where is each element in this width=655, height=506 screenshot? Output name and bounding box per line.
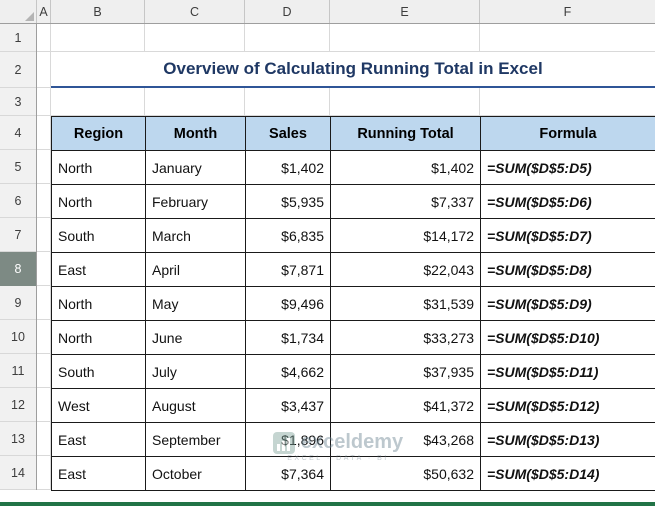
select-all-button[interactable] xyxy=(0,0,37,23)
cell-sales[interactable]: $7,871 xyxy=(246,253,331,287)
cell-sales[interactable]: $1,734 xyxy=(246,321,331,355)
worksheet-title: Overview of Calculating Running Total in… xyxy=(51,52,655,88)
row-header-4[interactable]: 4 xyxy=(0,116,36,150)
cell-running_total[interactable]: $31,539 xyxy=(331,287,481,321)
table-body: NorthJanuary$1,402$1,402=SUM($D$5:D5)Nor… xyxy=(52,151,655,491)
header-month[interactable]: Month xyxy=(146,117,246,151)
cell-region[interactable]: North xyxy=(52,151,146,185)
cell-running_total[interactable]: $43,268 xyxy=(331,423,481,457)
table-row: NorthMay$9,496$31,539=SUM($D$5:D9) xyxy=(52,287,655,321)
header-running-total[interactable]: Running Total xyxy=(331,117,481,151)
cell-region[interactable]: North xyxy=(52,321,146,355)
cell-sales[interactable]: $6,835 xyxy=(246,219,331,253)
cell-running_total[interactable]: $1,402 xyxy=(331,151,481,185)
table-row: NorthFebruary$5,935$7,337=SUM($D$5:D6) xyxy=(52,185,655,219)
row-header-11[interactable]: 11 xyxy=(0,354,36,388)
cell-month[interactable]: June xyxy=(146,321,246,355)
row-header-7[interactable]: 7 xyxy=(0,218,36,252)
table-row: WestAugust$3,437$41,372=SUM($D$5:D12) xyxy=(52,389,655,423)
cell-region[interactable]: North xyxy=(52,287,146,321)
cell-running_total[interactable]: $14,172 xyxy=(331,219,481,253)
header-sales[interactable]: Sales xyxy=(246,117,331,151)
header-region[interactable]: Region xyxy=(52,117,146,151)
cell-sales[interactable]: $4,662 xyxy=(246,355,331,389)
row-header-8[interactable]: 8 xyxy=(0,252,36,286)
column-header-a[interactable]: A xyxy=(37,0,51,23)
table-header-row: Region Month Sales Running Total Formula xyxy=(52,117,655,151)
data-table: Region Month Sales Running Total Formula… xyxy=(51,116,655,491)
cell-month[interactable]: March xyxy=(146,219,246,253)
cell-region[interactable]: East xyxy=(52,457,146,491)
cell-running_total[interactable]: $50,632 xyxy=(331,457,481,491)
cell-region[interactable]: East xyxy=(52,423,146,457)
header-formula[interactable]: Formula xyxy=(481,117,655,151)
cell-formula[interactable]: =SUM($D$5:D10) xyxy=(481,321,655,355)
table-row: EastSeptember$1,896$43,268=SUM($D$5:D13) xyxy=(52,423,655,457)
cell-formula[interactable]: =SUM($D$5:D6) xyxy=(481,185,655,219)
table-row: SouthMarch$6,835$14,172=SUM($D$5:D7) xyxy=(52,219,655,253)
select-all-triangle-icon xyxy=(25,12,34,21)
cell-month[interactable]: July xyxy=(146,355,246,389)
cell-region[interactable]: South xyxy=(52,219,146,253)
column-header-c[interactable]: C xyxy=(145,0,245,23)
cell-sales[interactable]: $1,896 xyxy=(246,423,331,457)
cell-formula[interactable]: =SUM($D$5:D9) xyxy=(481,287,655,321)
title-text: Overview of Calculating Running Total in… xyxy=(163,59,542,79)
row-header-12[interactable]: 12 xyxy=(0,388,36,422)
row-header-3[interactable]: 3 xyxy=(0,88,36,116)
spreadsheet-window: A B C D E F 1234567891011121314 Overview… xyxy=(0,0,655,506)
cell-sales[interactable]: $5,935 xyxy=(246,185,331,219)
cell-running_total[interactable]: $41,372 xyxy=(331,389,481,423)
row-header-6[interactable]: 6 xyxy=(0,184,36,218)
table-row: NorthJanuary$1,402$1,402=SUM($D$5:D5) xyxy=(52,151,655,185)
table-row: NorthJune$1,734$33,273=SUM($D$5:D10) xyxy=(52,321,655,355)
row-header-9[interactable]: 9 xyxy=(0,286,36,320)
column-header-e[interactable]: E xyxy=(330,0,480,23)
row-header-10[interactable]: 10 xyxy=(0,320,36,354)
cell-formula[interactable]: =SUM($D$5:D7) xyxy=(481,219,655,253)
row-header-2[interactable]: 2 xyxy=(0,52,36,88)
cell-sales[interactable]: $7,364 xyxy=(246,457,331,491)
table-row: EastApril$7,871$22,043=SUM($D$5:D8) xyxy=(52,253,655,287)
cell-formula[interactable]: =SUM($D$5:D14) xyxy=(481,457,655,491)
cell-running_total[interactable]: $33,273 xyxy=(331,321,481,355)
row-header-1[interactable]: 1 xyxy=(0,24,36,52)
row-header-13[interactable]: 13 xyxy=(0,422,36,456)
status-bar-edge xyxy=(0,502,655,506)
cell-formula[interactable]: =SUM($D$5:D5) xyxy=(481,151,655,185)
cell-formula[interactable]: =SUM($D$5:D8) xyxy=(481,253,655,287)
cell-region[interactable]: North xyxy=(52,185,146,219)
column-header-bar: A B C D E F xyxy=(0,0,655,24)
cell-sales[interactable]: $1,402 xyxy=(246,151,331,185)
row-header-5[interactable]: 5 xyxy=(0,150,36,184)
cell-running_total[interactable]: $37,935 xyxy=(331,355,481,389)
cell-month[interactable]: April xyxy=(146,253,246,287)
cell-formula[interactable]: =SUM($D$5:D13) xyxy=(481,423,655,457)
table-row: SouthJuly$4,662$37,935=SUM($D$5:D11) xyxy=(52,355,655,389)
row-header-14[interactable]: 14 xyxy=(0,456,36,490)
cell-sales[interactable]: $9,496 xyxy=(246,287,331,321)
cell-region[interactable]: East xyxy=(52,253,146,287)
cell-month[interactable]: January xyxy=(146,151,246,185)
table-row: EastOctober$7,364$50,632=SUM($D$5:D14) xyxy=(52,457,655,491)
cell-month[interactable]: September xyxy=(146,423,246,457)
cell-formula[interactable]: =SUM($D$5:D11) xyxy=(481,355,655,389)
row-header-gutter: 1234567891011121314 xyxy=(0,24,37,490)
cell-month[interactable]: October xyxy=(146,457,246,491)
cell-month[interactable]: August xyxy=(146,389,246,423)
cell-month[interactable]: February xyxy=(146,185,246,219)
cell-region[interactable]: South xyxy=(52,355,146,389)
column-header-f[interactable]: F xyxy=(480,0,655,23)
cell-running_total[interactable]: $7,337 xyxy=(331,185,481,219)
cell-month[interactable]: May xyxy=(146,287,246,321)
cell-sales[interactable]: $3,437 xyxy=(246,389,331,423)
cell-region[interactable]: West xyxy=(52,389,146,423)
column-header-d[interactable]: D xyxy=(245,0,330,23)
column-header-b[interactable]: B xyxy=(51,0,145,23)
cell-running_total[interactable]: $22,043 xyxy=(331,253,481,287)
cell-formula[interactable]: =SUM($D$5:D12) xyxy=(481,389,655,423)
